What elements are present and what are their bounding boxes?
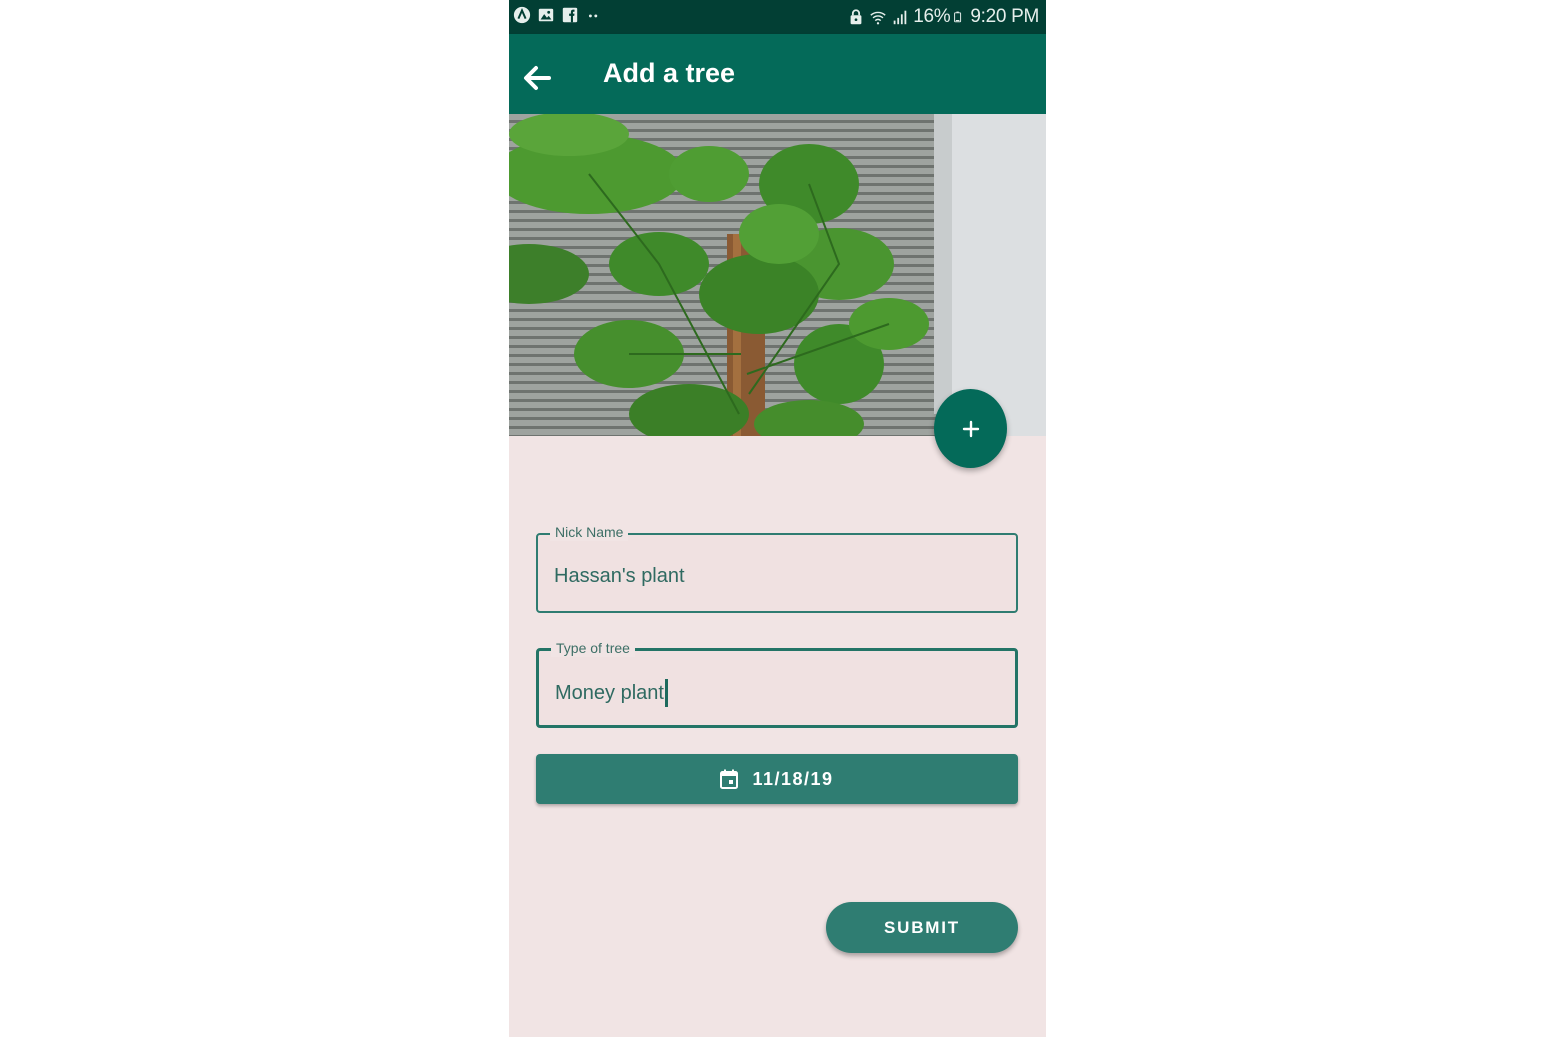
status-bar: 16% 9:20 PM: [509, 0, 1046, 34]
status-time: 9:20 PM: [970, 6, 1039, 27]
phone-screen: 16% 9:20 PM Add a tree Nick Name Hassan'…: [509, 0, 1046, 1037]
add-photo-button[interactable]: [934, 389, 1007, 468]
back-button[interactable]: [519, 60, 555, 96]
date-label: 11/18/19: [752, 768, 834, 789]
plant-photo-image: [509, 114, 1046, 436]
status-bar-right: 16% 9:20 PM: [847, 6, 1039, 28]
more-dots-icon: [588, 14, 598, 18]
app-icon: [513, 6, 531, 24]
page-title: Add a tree: [603, 58, 736, 88]
type-of-tree-label: Type of tree: [551, 639, 635, 657]
type-of-tree-field[interactable]: Type of tree Money plant: [536, 639, 1018, 728]
lock-icon: [850, 9, 862, 25]
battery-percent: 16%: [913, 6, 951, 27]
battery-icon: [954, 11, 962, 23]
app-bar: Add a tree: [509, 34, 1046, 114]
nick-name-value: Hassan's plant: [554, 565, 685, 587]
wifi-icon: [870, 11, 886, 25]
date-picker-button[interactable]: 11/18/19: [536, 754, 1018, 804]
nick-name-label: Nick Name: [550, 523, 629, 541]
nick-name-field[interactable]: Nick Name Hassan's plant: [536, 523, 1018, 613]
image-icon: [538, 8, 554, 22]
submit-button[interactable]: SUBMIT: [826, 902, 1018, 953]
facebook-icon: [562, 7, 578, 23]
plus-icon: [962, 420, 979, 437]
arrow-back-icon: [524, 66, 551, 90]
signal-icon: [893, 10, 907, 25]
text-cursor: [664, 679, 668, 707]
calendar-icon: [720, 769, 739, 789]
status-bar-left: [513, 6, 603, 24]
tree-photo: [509, 114, 1046, 436]
type-of-tree-value: Money plant: [555, 682, 664, 704]
